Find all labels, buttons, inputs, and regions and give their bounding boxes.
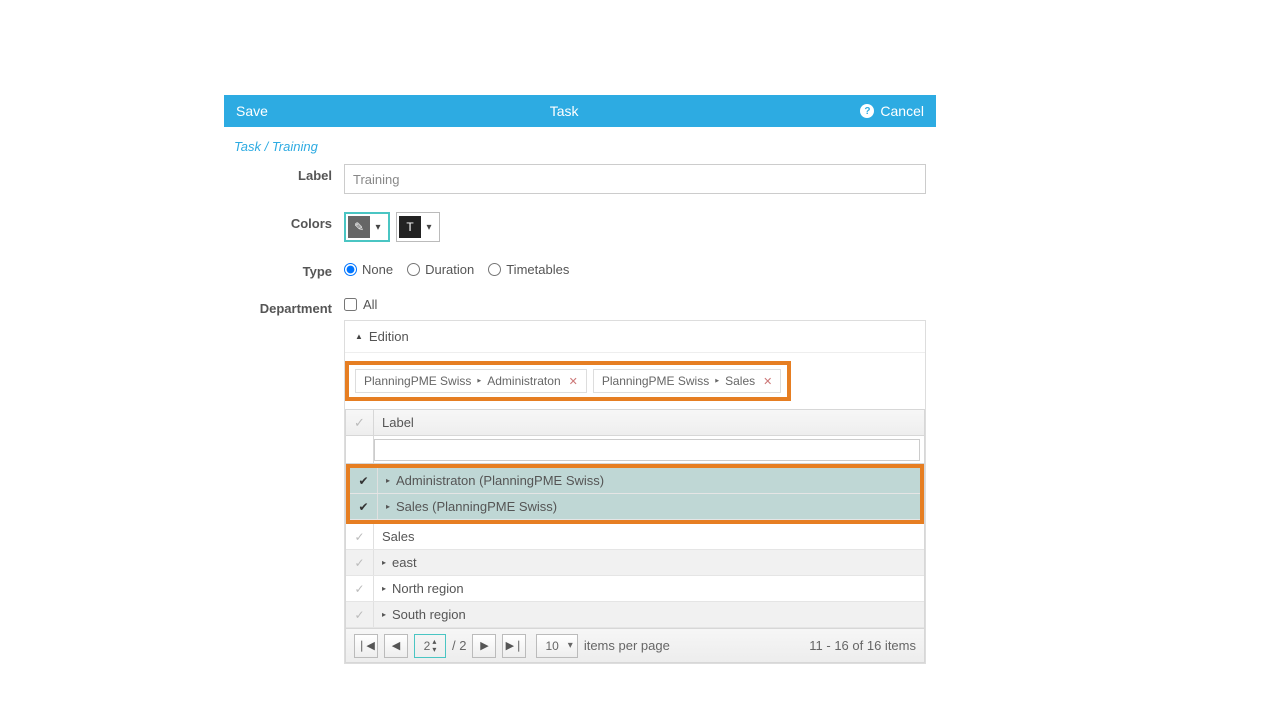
grid-pager: ❘◀ ◀ 2 ▴▾ / 2 ▶ ▶❘ 10 (346, 628, 924, 662)
caret-right-icon: ▶ (475, 378, 483, 384)
modal-title: Task (268, 103, 860, 119)
row-type: Type None Duration Timetables (234, 260, 926, 279)
spinner-icon[interactable]: ▴▾ (432, 638, 436, 654)
pager-next-button[interactable]: ▶ (472, 634, 496, 658)
department-grid: ✓ Label ✔ ▸Administraton (PlanningPME Sw… (345, 409, 925, 663)
text-color-picker[interactable]: T ▾ (396, 212, 440, 242)
table-row[interactable]: ✔ ▸Administraton (PlanningPME Swiss) (350, 468, 920, 494)
label-filter-input[interactable] (374, 439, 920, 461)
table-row[interactable]: ✓ ▸east (346, 550, 924, 576)
header-label-column[interactable]: Label (374, 410, 924, 435)
type-radio-timetables[interactable]: Timetables (488, 262, 569, 277)
pager-of-label: / 2 (452, 638, 466, 653)
chip-administraton: PlanningPME Swiss ▶ Administraton ✕ (355, 369, 587, 393)
row-check-icon[interactable]: ✔ (350, 468, 378, 493)
cancel-label: Cancel (880, 103, 924, 119)
help-icon[interactable]: ? (860, 104, 874, 118)
header-check-column[interactable]: ✓ (346, 410, 374, 435)
label-department: Department (234, 297, 344, 316)
chip-remove-icon[interactable]: ✕ (763, 375, 772, 388)
label-type: Type (234, 260, 344, 279)
text-icon: T (399, 216, 421, 238)
triangle-up-icon: ▲ (355, 332, 363, 341)
table-row[interactable]: ✓ ▸North region (346, 576, 924, 602)
pager-page-size-select[interactable]: 10 (536, 634, 577, 658)
background-color-picker[interactable]: ✎ ▾ (344, 212, 390, 242)
department-panel: ▲ Edition PlanningPME Swiss ▶ Administra… (344, 320, 926, 664)
row-check-icon[interactable]: ✓ (346, 576, 374, 601)
pager-first-button[interactable]: ❘◀ (354, 634, 378, 658)
department-all-checkbox[interactable]: All (344, 297, 926, 312)
selected-chips: PlanningPME Swiss ▶ Administraton ✕ Plan… (345, 361, 791, 401)
caret-right-icon: ▸ (382, 610, 386, 619)
caret-right-icon: ▸ (382, 558, 386, 567)
edition-toggle[interactable]: ▲ Edition (345, 321, 925, 353)
caret-right-icon: ▸ (386, 502, 390, 511)
row-department: Department All ▲ Edition PlanningPME Swi… (234, 297, 926, 664)
task-modal: Save Task ? Cancel Task / Training Label… (224, 95, 936, 700)
caret-right-icon: ▸ (382, 584, 386, 593)
caret-right-icon: ▶ (713, 378, 721, 384)
grid-filter-row (346, 436, 924, 464)
type-radio-duration[interactable]: Duration (407, 262, 474, 277)
highlighted-selected-rows: ✔ ▸Administraton (PlanningPME Swiss) ✔ ▸… (346, 464, 924, 524)
modal-header: Save Task ? Cancel (224, 95, 936, 127)
radio-timetables-input[interactable] (488, 263, 501, 276)
radio-none-input[interactable] (344, 263, 357, 276)
row-check-icon[interactable]: ✓ (346, 602, 374, 627)
caret-right-icon: ▸ (386, 476, 390, 485)
row-label: Label Training (234, 164, 926, 194)
label-input[interactable]: Training (344, 164, 926, 194)
row-check-icon[interactable]: ✔ (350, 494, 378, 519)
pager-ipp-label: items per page (584, 638, 670, 653)
grid-header: ✓ Label (346, 410, 924, 436)
row-colors: Colors ✎ ▾ T ▾ (234, 212, 926, 242)
pager-prev-button[interactable]: ◀ (384, 634, 408, 658)
row-check-icon[interactable]: ✓ (346, 550, 374, 575)
chevron-down-icon: ▾ (421, 222, 437, 233)
radio-duration-input[interactable] (407, 263, 420, 276)
save-button[interactable]: Save (236, 103, 268, 119)
row-check-icon[interactable]: ✓ (346, 524, 374, 549)
pager-page-input[interactable]: 2 ▴▾ (414, 634, 446, 658)
breadcrumb[interactable]: Task / Training (234, 139, 926, 154)
table-row[interactable]: ✔ ▸Sales (PlanningPME Swiss) (350, 494, 920, 520)
type-radio-none[interactable]: None (344, 262, 393, 277)
table-row[interactable]: ✓ Sales (346, 524, 924, 550)
table-row[interactable]: ✓ ▸South region (346, 602, 924, 628)
chevron-down-icon: ▾ (370, 222, 386, 233)
paint-icon: ✎ (348, 216, 370, 238)
modal-body: Task / Training Label Training Colors ✎ … (224, 127, 936, 700)
label-colors: Colors (234, 212, 344, 231)
all-checkbox-input[interactable] (344, 298, 357, 311)
cancel-button[interactable]: ? Cancel (860, 103, 924, 119)
chip-sales: PlanningPME Swiss ▶ Sales ✕ (593, 369, 782, 393)
label-label: Label (234, 164, 344, 183)
pager-last-button[interactable]: ▶❘ (502, 634, 526, 658)
chip-remove-icon[interactable]: ✕ (569, 375, 578, 388)
pager-summary: 11 - 16 of 16 items (809, 638, 916, 653)
